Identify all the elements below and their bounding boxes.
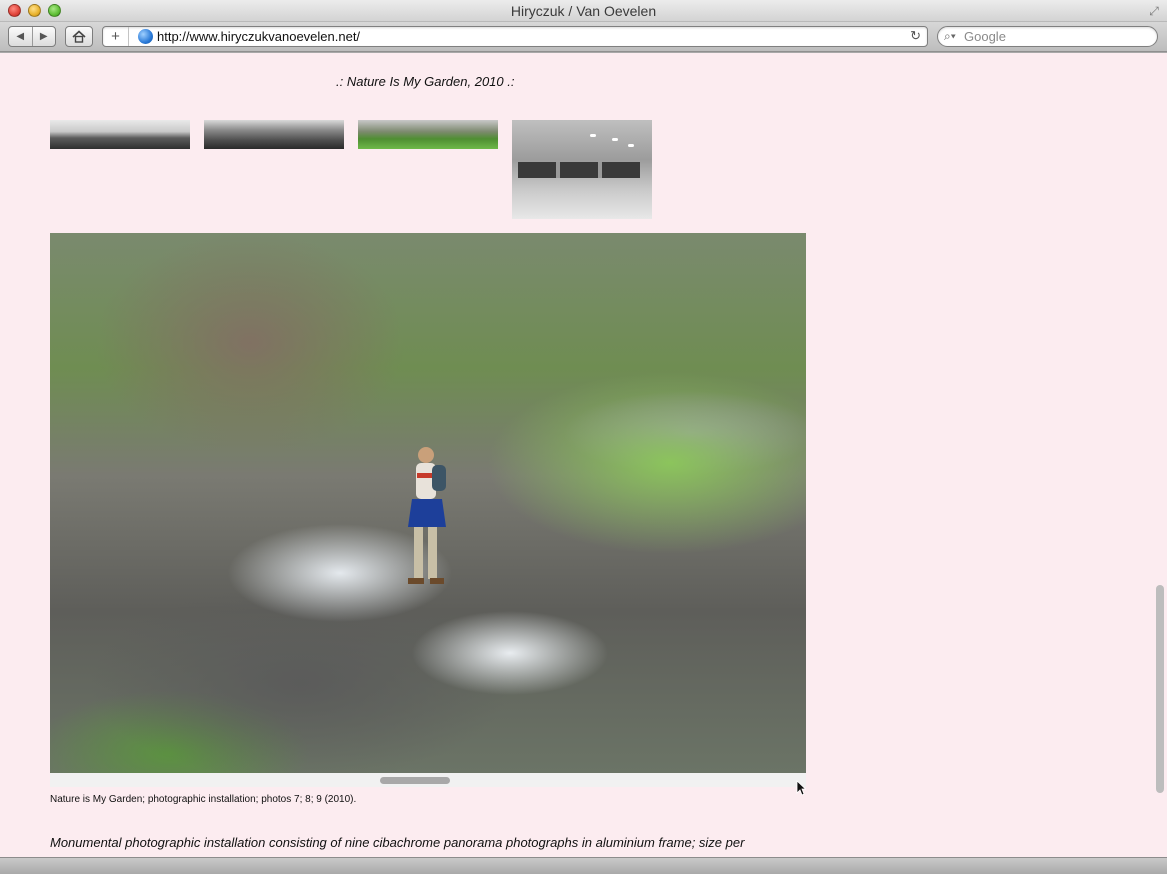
globe-icon [138,29,153,44]
url-text[interactable]: http://www.hiryczukvanoevelen.net/ [157,29,360,44]
page-scroll-thumb[interactable] [1156,585,1164,793]
thumbnail-4[interactable] [512,120,652,219]
ceiling-lamp [612,138,618,141]
window-titlebar: Hiryczuk / Van Oevelen ⤢ [0,0,1167,22]
page-vertical-scrollbar[interactable] [1153,53,1167,857]
installation-frames [518,162,640,178]
main-photo [50,233,806,773]
forward-button[interactable]: ▶ [31,27,56,46]
photo-caption: Nature is My Garden; photographic instal… [50,794,357,805]
page-heading: .: Nature Is My Garden, 2010 .: [336,74,515,89]
page-viewport: .: Nature Is My Garden, 2010 .: Nature i… [0,53,1153,857]
status-bar [0,857,1167,874]
fullscreen-icon[interactable]: ⤢ [1147,4,1161,18]
installation-description: Monumental photographic installation con… [50,835,745,850]
window-title: Hiryczuk / Van Oevelen [510,3,657,19]
ceiling-lamp [590,134,596,137]
thumbnail-1[interactable] [50,120,190,149]
back-button[interactable]: ◀ [9,27,32,46]
reload-icon[interactable]: ↻ [910,28,921,44]
home-button[interactable] [65,26,93,47]
search-input[interactable] [964,28,1149,45]
mouse-cursor-icon [796,780,806,796]
browser-toolbar: ◀ ▶ + http://www.hiryczukvanoevelen.net/… [0,22,1167,52]
back-forward-group: ◀ ▶ [8,26,56,47]
hiker-figure [408,447,446,584]
ceiling-lamp [628,144,634,147]
forward-arrow-icon: ▶ [39,31,48,42]
photo-scroll-thumb[interactable] [380,777,450,784]
address-bar[interactable]: + http://www.hiryczukvanoevelen.net/ ↻ [102,26,928,47]
home-icon [72,30,86,43]
back-arrow-icon: ◀ [16,31,25,42]
add-bookmark-button[interactable]: + [103,27,129,46]
search-icon: ⌕▾ [944,29,956,43]
thumbnail-2[interactable] [204,120,344,149]
thumbnail-3[interactable] [358,120,498,149]
search-field[interactable]: ⌕▾ [937,26,1158,47]
photo-horizontal-scrollbar[interactable] [50,773,806,787]
